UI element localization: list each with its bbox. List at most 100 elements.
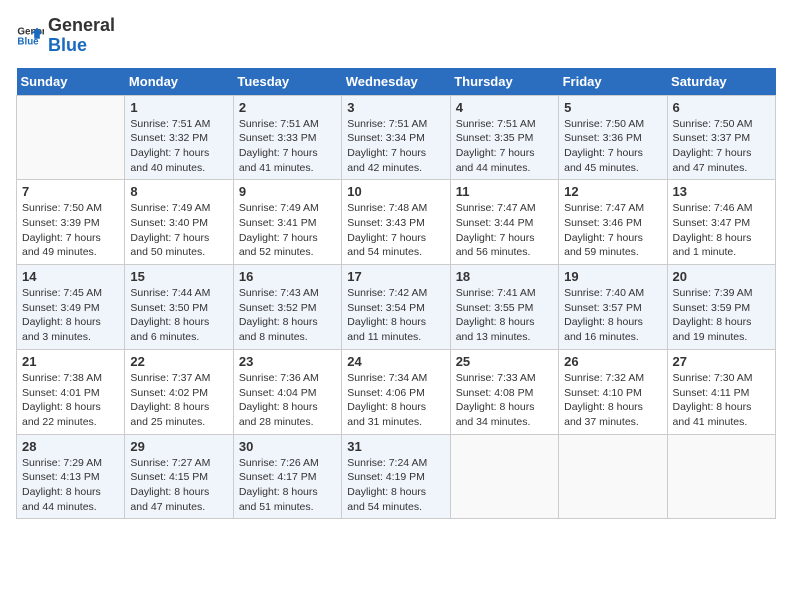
- day-info: Sunrise: 7:47 AMSunset: 3:46 PMDaylight:…: [564, 201, 661, 260]
- day-cell: 2 Sunrise: 7:51 AMSunset: 3:33 PMDaylight…: [233, 95, 341, 180]
- day-number: 16: [239, 269, 336, 284]
- day-cell: 24 Sunrise: 7:34 AMSunset: 4:06 PMDayligh…: [342, 349, 450, 434]
- day-info: Sunrise: 7:48 AMSunset: 3:43 PMDaylight:…: [347, 201, 444, 260]
- day-header-tuesday: Tuesday: [233, 68, 341, 96]
- day-cell: 7Sunrise: 7:50 AMSunset: 3:39 PMDaylight…: [17, 180, 125, 265]
- day-number: 14: [22, 269, 119, 284]
- day-number: 22: [130, 354, 227, 369]
- day-cell: 26 Sunrise: 7:32 AMSunset: 4:10 PMDayligh…: [559, 349, 667, 434]
- header: General Blue General Blue: [16, 16, 776, 56]
- day-number: 1: [130, 100, 227, 115]
- day-cell: 12 Sunrise: 7:47 AMSunset: 3:46 PMDayligh…: [559, 180, 667, 265]
- day-cell: 30Sunrise: 7:26 AMSunset: 4:17 PMDayligh…: [233, 434, 341, 519]
- week-row-5: 28Sunrise: 7:29 AMSunset: 4:13 PMDayligh…: [17, 434, 776, 519]
- day-info: Sunrise: 7:34 AMSunset: 4:06 PMDaylight:…: [347, 371, 444, 430]
- day-number: 12: [564, 184, 661, 199]
- day-info: Sunrise: 7:30 AMSunset: 4:11 PMDaylight:…: [673, 371, 770, 430]
- week-row-3: 14 Sunrise: 7:45 AMSunset: 3:49 PMDayligh…: [17, 265, 776, 350]
- header-row: SundayMondayTuesdayWednesdayThursdayFrid…: [17, 68, 776, 96]
- day-info: Sunrise: 7:50 AMSunset: 3:37 PMDaylight:…: [673, 117, 770, 176]
- day-header-saturday: Saturday: [667, 68, 775, 96]
- logo-icon: General Blue: [16, 22, 44, 50]
- day-info: Sunrise: 7:37 AMSunset: 4:02 PMDaylight:…: [130, 371, 227, 430]
- day-info: Sunrise: 7:51 AMSunset: 3:35 PMDaylight:…: [456, 117, 553, 176]
- day-info: Sunrise: 7:51 AMSunset: 3:33 PMDaylight:…: [239, 117, 336, 176]
- day-info: Sunrise: 7:49 AMSunset: 3:40 PMDaylight:…: [130, 201, 227, 260]
- day-info: Sunrise: 7:36 AMSunset: 4:04 PMDaylight:…: [239, 371, 336, 430]
- day-cell: 19 Sunrise: 7:40 AMSunset: 3:57 PMDayligh…: [559, 265, 667, 350]
- day-number: 13: [673, 184, 770, 199]
- logo: General Blue General Blue: [16, 16, 115, 56]
- day-number: 24: [347, 354, 444, 369]
- day-header-wednesday: Wednesday: [342, 68, 450, 96]
- day-number: 18: [456, 269, 553, 284]
- day-info: Sunrise: 7:39 AMSunset: 3:59 PMDaylight:…: [673, 286, 770, 345]
- day-header-friday: Friday: [559, 68, 667, 96]
- day-info: Sunrise: 7:38 AMSunset: 4:01 PMDaylight:…: [22, 371, 119, 430]
- day-info: Sunrise: 7:24 AMSunset: 4:19 PMDaylight:…: [347, 456, 444, 515]
- week-row-4: 21Sunrise: 7:38 AMSunset: 4:01 PMDayligh…: [17, 349, 776, 434]
- day-info: Sunrise: 7:32 AMSunset: 4:10 PMDaylight:…: [564, 371, 661, 430]
- day-info: Sunrise: 7:29 AMSunset: 4:13 PMDaylight:…: [22, 456, 119, 515]
- day-number: 6: [673, 100, 770, 115]
- day-cell: 9 Sunrise: 7:49 AMSunset: 3:41 PMDaylight…: [233, 180, 341, 265]
- day-info: Sunrise: 7:33 AMSunset: 4:08 PMDaylight:…: [456, 371, 553, 430]
- day-header-thursday: Thursday: [450, 68, 558, 96]
- day-number: 4: [456, 100, 553, 115]
- day-number: 3: [347, 100, 444, 115]
- day-cell: 4 Sunrise: 7:51 AMSunset: 3:35 PMDaylight…: [450, 95, 558, 180]
- day-cell: [450, 434, 558, 519]
- day-info: Sunrise: 7:44 AMSunset: 3:50 PMDaylight:…: [130, 286, 227, 345]
- logo-text: General Blue: [48, 16, 115, 56]
- calendar-table: SundayMondayTuesdayWednesdayThursdayFrid…: [16, 68, 776, 520]
- day-cell: 11 Sunrise: 7:47 AMSunset: 3:44 PMDayligh…: [450, 180, 558, 265]
- day-cell: 20Sunrise: 7:39 AMSunset: 3:59 PMDayligh…: [667, 265, 775, 350]
- day-info: Sunrise: 7:51 AMSunset: 3:32 PMDaylight:…: [130, 117, 227, 176]
- day-header-sunday: Sunday: [17, 68, 125, 96]
- week-row-2: 7Sunrise: 7:50 AMSunset: 3:39 PMDaylight…: [17, 180, 776, 265]
- day-cell: 28Sunrise: 7:29 AMSunset: 4:13 PMDayligh…: [17, 434, 125, 519]
- day-cell: 3 Sunrise: 7:51 AMSunset: 3:34 PMDaylight…: [342, 95, 450, 180]
- day-number: 17: [347, 269, 444, 284]
- day-cell: 17 Sunrise: 7:42 AMSunset: 3:54 PMDayligh…: [342, 265, 450, 350]
- week-row-1: 1 Sunrise: 7:51 AMSunset: 3:32 PMDaylight…: [17, 95, 776, 180]
- day-cell: 1 Sunrise: 7:51 AMSunset: 3:32 PMDaylight…: [125, 95, 233, 180]
- day-number: 15: [130, 269, 227, 284]
- day-cell: 15 Sunrise: 7:44 AMSunset: 3:50 PMDayligh…: [125, 265, 233, 350]
- day-cell: 22 Sunrise: 7:37 AMSunset: 4:02 PMDayligh…: [125, 349, 233, 434]
- day-number: 8: [130, 184, 227, 199]
- day-info: Sunrise: 7:49 AMSunset: 3:41 PMDaylight:…: [239, 201, 336, 260]
- day-info: Sunrise: 7:41 AMSunset: 3:55 PMDaylight:…: [456, 286, 553, 345]
- day-cell: 18 Sunrise: 7:41 AMSunset: 3:55 PMDayligh…: [450, 265, 558, 350]
- day-info: Sunrise: 7:50 AMSunset: 3:39 PMDaylight:…: [22, 201, 119, 260]
- day-info: Sunrise: 7:46 AMSunset: 3:47 PMDaylight:…: [673, 201, 770, 260]
- day-number: 19: [564, 269, 661, 284]
- day-number: 11: [456, 184, 553, 199]
- day-cell: 25 Sunrise: 7:33 AMSunset: 4:08 PMDayligh…: [450, 349, 558, 434]
- day-info: Sunrise: 7:40 AMSunset: 3:57 PMDaylight:…: [564, 286, 661, 345]
- day-cell: [17, 95, 125, 180]
- day-cell: [559, 434, 667, 519]
- day-cell: 14 Sunrise: 7:45 AMSunset: 3:49 PMDayligh…: [17, 265, 125, 350]
- day-number: 31: [347, 439, 444, 454]
- day-number: 5: [564, 100, 661, 115]
- day-info: Sunrise: 7:50 AMSunset: 3:36 PMDaylight:…: [564, 117, 661, 176]
- day-info: Sunrise: 7:45 AMSunset: 3:49 PMDaylight:…: [22, 286, 119, 345]
- day-number: 29: [130, 439, 227, 454]
- day-number: 9: [239, 184, 336, 199]
- day-number: 2: [239, 100, 336, 115]
- day-cell: 27Sunrise: 7:30 AMSunset: 4:11 PMDayligh…: [667, 349, 775, 434]
- day-number: 25: [456, 354, 553, 369]
- day-info: Sunrise: 7:42 AMSunset: 3:54 PMDaylight:…: [347, 286, 444, 345]
- day-info: Sunrise: 7:51 AMSunset: 3:34 PMDaylight:…: [347, 117, 444, 176]
- day-cell: 13 Sunrise: 7:46 AMSunset: 3:47 PMDayligh…: [667, 180, 775, 265]
- day-info: Sunrise: 7:47 AMSunset: 3:44 PMDaylight:…: [456, 201, 553, 260]
- day-number: 26: [564, 354, 661, 369]
- day-cell: 6 Sunrise: 7:50 AMSunset: 3:37 PMDaylight…: [667, 95, 775, 180]
- day-info: Sunrise: 7:26 AMSunset: 4:17 PMDaylight:…: [239, 456, 336, 515]
- day-cell: 16Sunrise: 7:43 AMSunset: 3:52 PMDayligh…: [233, 265, 341, 350]
- day-cell: [667, 434, 775, 519]
- day-number: 10: [347, 184, 444, 199]
- day-cell: 8 Sunrise: 7:49 AMSunset: 3:40 PMDaylight…: [125, 180, 233, 265]
- day-cell: 10 Sunrise: 7:48 AMSunset: 3:43 PMDayligh…: [342, 180, 450, 265]
